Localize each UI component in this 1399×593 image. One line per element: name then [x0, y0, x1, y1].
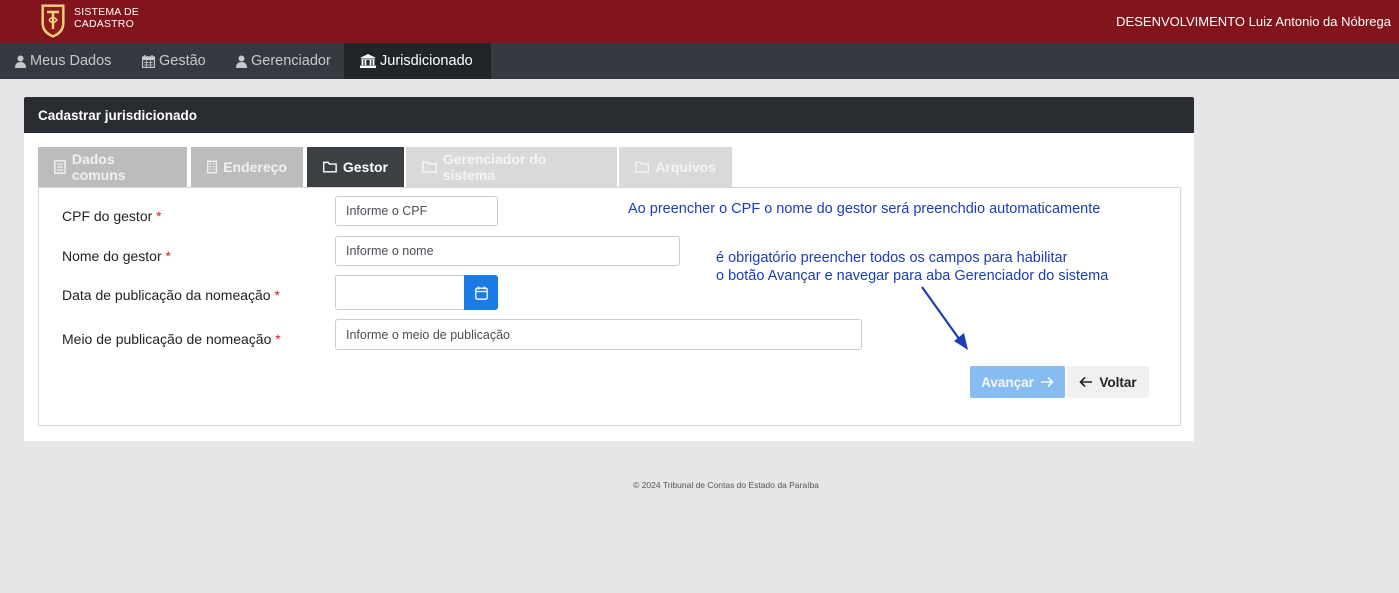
- tab-dados-comuns[interactable]: Dados comuns: [38, 147, 187, 187]
- meio-label: Meio de publicação de nomeação *: [62, 331, 281, 347]
- calendar-icon: [474, 286, 488, 300]
- nav-item-label: Gestão: [159, 53, 206, 69]
- bank-icon: [360, 54, 376, 68]
- tce-logo-icon: [41, 4, 65, 38]
- nav-item-label: Meus Dados: [30, 53, 112, 69]
- arrow-right-icon: [1040, 376, 1054, 388]
- calendar-icon: [142, 54, 155, 68]
- system-name-line2: CADASTRO: [74, 18, 134, 30]
- card-title: Cadastrar jurisdicionado: [24, 97, 1194, 133]
- tab-endereco[interactable]: Endereço: [191, 147, 303, 187]
- user-icon: [15, 55, 26, 68]
- user-info: DESENVOLVIMENTO Luiz Antonio da Nóbrega: [1116, 14, 1391, 29]
- tab-arquivos[interactable]: Arquivos: [619, 147, 732, 187]
- tab-gerenciador-do-sistema[interactable]: Gerenciador do sistema: [406, 147, 617, 187]
- cpf-input[interactable]: [335, 196, 498, 226]
- meio-publicacao-input[interactable]: [335, 319, 862, 350]
- system-name-line1: SISTEMA DE: [74, 6, 140, 18]
- required-fields-note-line1: é obrigatório preencher todos os campos …: [716, 250, 1068, 266]
- tab-label: Gestor: [342, 159, 388, 175]
- required-mark: *: [156, 208, 162, 224]
- voltar-button-label: Voltar: [1099, 374, 1137, 390]
- cpf-autofill-note: Ao preencher o CPF o nome do gestor será…: [628, 201, 1101, 217]
- cpf-label-text: CPF do gestor: [62, 208, 153, 224]
- meio-label-text: Meio de publicação de nomeação: [62, 331, 272, 347]
- nav-item-label: Gerenciador: [251, 53, 331, 69]
- top-header: SISTEMA DE CADASTRO DESENVOLVIMENTO Luiz…: [0, 0, 1399, 43]
- required-mark: *: [274, 287, 280, 303]
- main-nav: Meus Dados Gestão Gerenciador Jurisdicio…: [0, 43, 1399, 79]
- folder-icon: [635, 161, 650, 173]
- nav-item-gestao[interactable]: Gestão: [128, 43, 220, 79]
- tab-label: Dados comuns: [71, 151, 126, 183]
- nome-label: Nome do gestor *: [62, 248, 171, 264]
- tab-label: Gerenciador do sistema: [442, 151, 547, 183]
- tab-label: Endereço: [223, 159, 287, 175]
- nome-label-text: Nome do gestor: [62, 248, 162, 264]
- avancar-button-label: Avançar: [981, 374, 1034, 390]
- building-icon: [207, 160, 218, 174]
- required-mark: *: [275, 331, 281, 347]
- cpf-label: CPF do gestor *: [62, 208, 162, 224]
- tab-label: Arquivos: [655, 159, 716, 175]
- user-icon: [236, 55, 247, 68]
- nome-input[interactable]: [335, 236, 680, 266]
- system-name: SISTEMA DE CADASTRO: [74, 6, 139, 30]
- data-publicacao-input[interactable]: [335, 275, 465, 310]
- calendar-button[interactable]: [464, 275, 498, 310]
- annotation-arrow-icon: [921, 286, 968, 350]
- register-card: Cadastrar jurisdicionado Dados comuns En…: [24, 97, 1194, 441]
- required-mark: *: [165, 248, 171, 264]
- document-icon: [54, 160, 66, 174]
- avancar-button[interactable]: Avançar: [970, 366, 1065, 398]
- folder-icon: [323, 161, 337, 173]
- nav-item-label: Jurisdicionado: [380, 53, 473, 69]
- footer-copyright: © 2024 Tribunal de Contas do Estado da P…: [633, 480, 819, 490]
- nav-item-meus-dados[interactable]: Meus Dados: [1, 43, 125, 79]
- tab-gestor[interactable]: Gestor: [307, 147, 404, 187]
- nav-item-gerenciador[interactable]: Gerenciador: [222, 43, 345, 79]
- voltar-button[interactable]: Voltar: [1067, 366, 1149, 398]
- folder-icon: [422, 161, 437, 173]
- data-label-text: Data de publicação da nomeação: [62, 287, 271, 303]
- data-label: Data de publicação da nomeação *: [62, 287, 280, 303]
- nav-item-jurisdicionado[interactable]: Jurisdicionado: [344, 43, 491, 79]
- arrow-left-icon: [1079, 376, 1093, 388]
- required-fields-note-line2: o botão Avançar e navegar para aba Geren…: [716, 268, 1109, 284]
